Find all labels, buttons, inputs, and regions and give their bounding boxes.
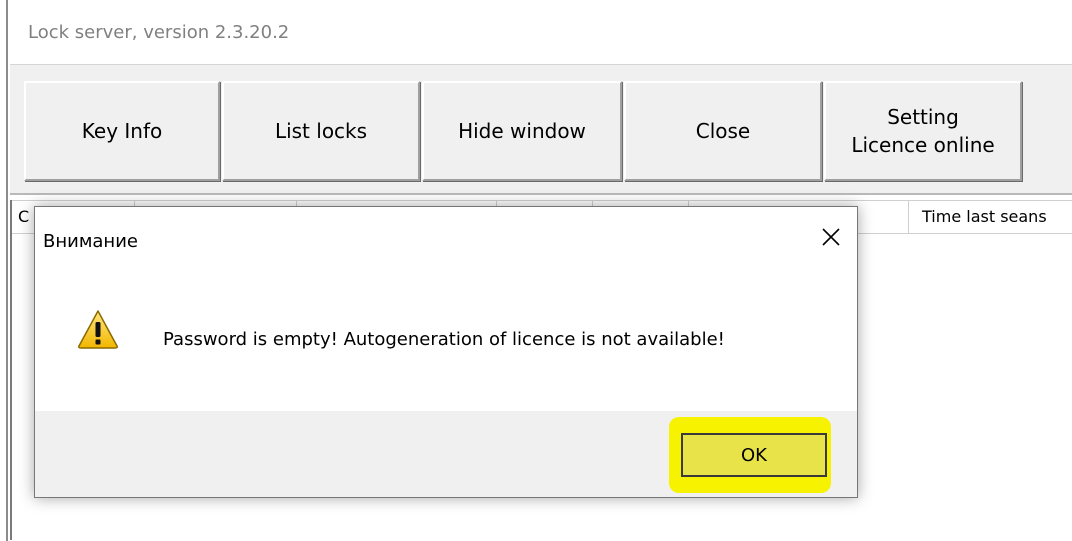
setting-licence-online-button[interactable]: Setting Licence online bbox=[824, 81, 1022, 181]
toolbar: Key Info List locks Hide window Close Se… bbox=[10, 64, 1072, 195]
key-info-button[interactable]: Key Info bbox=[24, 81, 220, 181]
list-locks-button[interactable]: List locks bbox=[222, 81, 420, 181]
column-header-c[interactable]: C bbox=[18, 207, 29, 226]
dialog-message: Password is empty! Autogeneration of lic… bbox=[163, 329, 725, 350]
close-icon[interactable] bbox=[813, 219, 849, 255]
toolbar-divider bbox=[10, 193, 1072, 195]
dialog-title: Внимание bbox=[43, 231, 138, 252]
ok-button[interactable]: OK bbox=[681, 433, 827, 477]
dialog-footer: OK bbox=[35, 411, 857, 497]
warning-dialog: Внимание Password is empty! Autogenerati… bbox=[34, 206, 858, 498]
column-header-time-last-seans[interactable]: Time last seans bbox=[922, 207, 1047, 226]
warning-icon bbox=[77, 309, 119, 349]
window-title: Lock server, version 2.3.20.2 bbox=[28, 22, 290, 43]
hide-window-button[interactable]: Hide window bbox=[422, 81, 622, 181]
window-left-edge bbox=[6, 0, 8, 541]
setting-label: Setting bbox=[887, 105, 959, 129]
list-left-edge bbox=[10, 200, 12, 540]
close-button[interactable]: Close bbox=[624, 81, 822, 181]
column-separator[interactable] bbox=[908, 201, 909, 233]
licence-online-label: Licence online bbox=[851, 133, 995, 157]
